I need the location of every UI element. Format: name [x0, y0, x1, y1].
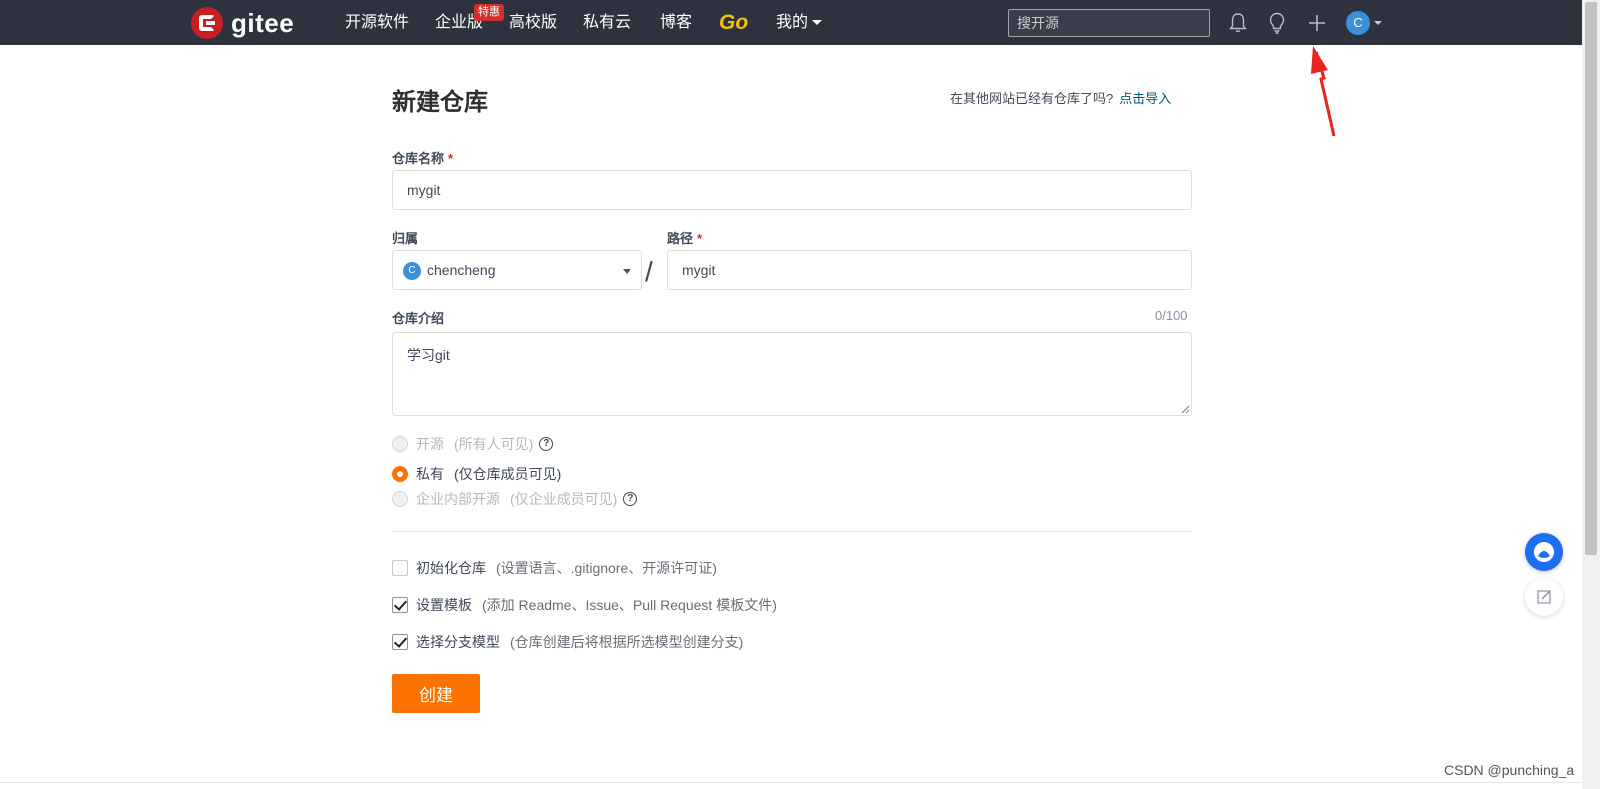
visibility-option-hint: (仅仓库成员可见): [454, 466, 562, 482]
visibility-option-hint: (所有人可见): [454, 436, 534, 452]
edit-icon: [1537, 590, 1551, 604]
option-label: 设置模板: [416, 597, 472, 613]
visibility-option-public[interactable]: 开源 (所有人可见) ?: [392, 434, 554, 454]
chevron-down-icon: [623, 269, 631, 274]
option-label: 初始化仓库: [416, 560, 486, 576]
description-textarea[interactable]: 学习git: [392, 332, 1192, 416]
option-label: 选择分支模型: [416, 634, 500, 650]
plus-icon[interactable]: [1305, 11, 1329, 35]
repo-name-label-text: 仓库名称: [392, 151, 445, 166]
radio-button[interactable]: [392, 491, 408, 507]
radio-button[interactable]: [392, 466, 408, 482]
help-icon[interactable]: ?: [623, 492, 638, 506]
owner-label: 归属: [392, 231, 419, 246]
nav-item-private-cloud[interactable]: 私有云: [583, 0, 631, 45]
owner-avatar: C: [403, 262, 421, 280]
owner-select[interactable]: C chencheng: [392, 250, 642, 290]
path-label: 路径 *: [667, 228, 702, 247]
avatar-chevron-down-icon[interactable]: [1374, 21, 1382, 25]
nav-item-blog[interactable]: 博客: [660, 0, 692, 45]
chat-assistant-button[interactable]: [1525, 533, 1563, 571]
enterprise-promo-badge: 特惠: [474, 4, 504, 21]
visibility-option-label: 私有: [416, 466, 444, 482]
page-title: 新建仓库: [392, 89, 488, 116]
owner-name: chencheng: [427, 262, 496, 278]
option-init-repo[interactable]: 初始化仓库 (设置语言、.gitignore、开源许可证): [392, 558, 717, 578]
option-hint: (设置语言、.gitignore、开源许可证): [496, 560, 717, 576]
visibility-option-label: 开源: [416, 436, 444, 452]
lightbulb-icon[interactable]: [1265, 11, 1289, 35]
create-button[interactable]: 创建: [392, 674, 480, 713]
description-label: 仓库介绍: [392, 311, 445, 326]
watermark: CSDN @punching_a: [1444, 762, 1575, 778]
gitee-logo[interactable]: gitee: [191, 7, 294, 39]
checkbox[interactable]: [392, 597, 408, 613]
nav-item-go[interactable]: Go: [719, 0, 748, 45]
top-navbar: gitee 开源软件 企业版 特惠 高校版 私有云 博客 Go 我的 C: [0, 0, 1582, 45]
nav-item-open-source[interactable]: 开源软件: [345, 0, 409, 45]
visibility-option-private[interactable]: 私有 (仅仓库成员可见): [392, 464, 561, 484]
repo-name-input[interactable]: [392, 170, 1192, 210]
nav-mine-label: 我的: [776, 14, 809, 31]
nav-item-mine[interactable]: 我的: [776, 0, 823, 45]
option-set-template[interactable]: 设置模板 (添加 Readme、Issue、Pull Request 模板文件): [392, 595, 777, 615]
import-tip: 在其他网站已经有仓库了吗? 点击导入: [950, 88, 1171, 107]
search-input[interactable]: [1008, 9, 1210, 37]
annotation-arrow-icon: [1311, 46, 1336, 137]
chevron-down-icon: [812, 20, 823, 26]
visibility-option-label: 企业内部开源: [416, 491, 500, 507]
radio-button[interactable]: [392, 436, 408, 452]
nav-item-education[interactable]: 高校版: [509, 0, 557, 45]
import-link[interactable]: 点击导入: [1119, 91, 1171, 106]
checkbox[interactable]: [392, 560, 408, 576]
page-scrollbar[interactable]: [1582, 0, 1600, 789]
page-bottom-border: [0, 782, 1582, 783]
logo-text: gitee: [231, 7, 295, 38]
import-prompt: 在其他网站已经有仓库了吗?: [950, 91, 1114, 106]
description-char-counter: 0/100: [1155, 308, 1188, 323]
required-mark: *: [448, 151, 454, 166]
assistant-icon: [1534, 542, 1554, 562]
scrollbar-thumb[interactable]: [1585, 2, 1597, 555]
section-divider: [392, 531, 1192, 532]
bell-icon[interactable]: [1226, 11, 1250, 35]
required-mark: *: [697, 231, 703, 246]
resize-handle-icon[interactable]: [1181, 405, 1190, 414]
help-icon[interactable]: ?: [539, 437, 554, 451]
gitee-logo-icon: [191, 7, 223, 39]
option-branch-model[interactable]: 选择分支模型 (仓库创建后将根据所选模型创建分支): [392, 632, 743, 652]
checkbox[interactable]: [392, 634, 408, 650]
feedback-button[interactable]: [1525, 578, 1563, 616]
path-input[interactable]: [667, 250, 1192, 290]
path-label-text: 路径: [667, 231, 694, 246]
user-avatar[interactable]: C: [1346, 11, 1370, 35]
option-hint: (仓库创建后将根据所选模型创建分支): [510, 634, 744, 650]
option-hint: (添加 Readme、Issue、Pull Request 模板文件): [482, 597, 777, 613]
visibility-option-hint: (仅企业成员可见): [510, 491, 618, 507]
path-separator: /: [645, 256, 653, 287]
visibility-option-internal[interactable]: 企业内部开源 (仅企业成员可见) ?: [392, 489, 638, 509]
repo-name-label: 仓库名称 *: [392, 148, 453, 167]
